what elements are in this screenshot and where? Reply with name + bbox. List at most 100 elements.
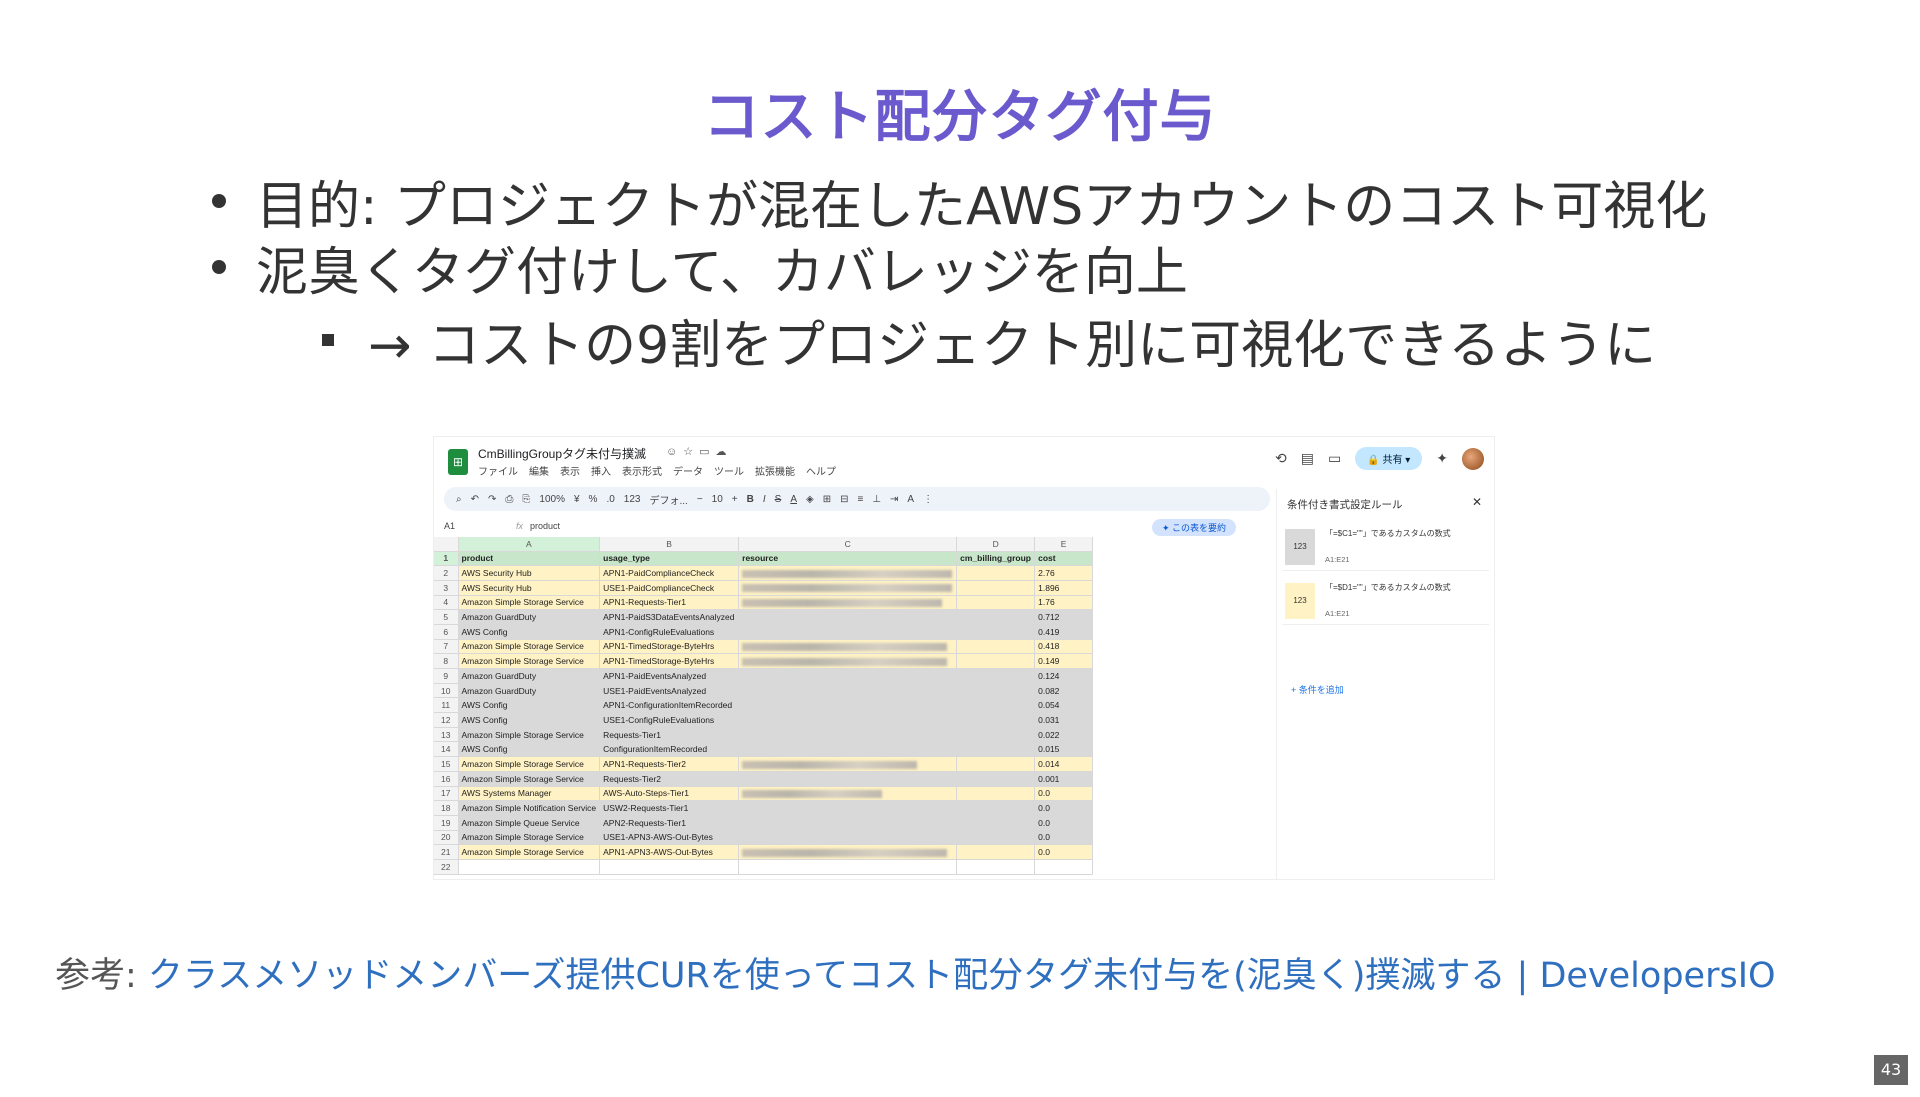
cost-cell: 0.082	[1034, 683, 1094, 699]
billing-group-cell	[956, 609, 1036, 625]
bullet-dot-icon	[212, 260, 226, 274]
wrap-icon: ⇥	[890, 493, 899, 505]
font-size-minus-icon: −	[696, 493, 703, 505]
cost-cell: 1.76	[1034, 595, 1094, 611]
reference-label: 参考:	[55, 956, 148, 996]
cost-cell: 2.76	[1034, 565, 1094, 581]
rule-swatch: 123	[1285, 583, 1315, 619]
product-cell: Amazon Simple Storage Service	[458, 771, 601, 787]
product-cell: Amazon Simple Storage Service	[458, 653, 601, 669]
format-rule: 123 「=$C1=""」であるカスタムの数式 A1:E21	[1283, 523, 1489, 571]
row-number: 2	[434, 565, 459, 581]
table-row: 6 AWS Config APN1-ConfigRuleEvaluations 0.4…	[434, 624, 1094, 640]
rule-text: 「=$D1=""」であるカスタムの数式	[1325, 583, 1451, 592]
header-cell: resource	[738, 551, 958, 567]
row-number: 17	[434, 786, 459, 802]
cost-cell: 0.022	[1034, 727, 1094, 743]
usage-type-cell: APN1-ConfigRuleEvaluations	[599, 624, 740, 640]
toolbar: ⌕ ↶ ↷ ⎙ ⎘ 100% ¥ % .0 123 デフォ... − 10 + …	[444, 487, 1270, 511]
resource-cell	[738, 800, 958, 816]
summarize-button: ✦ この表を要約	[1152, 519, 1237, 536]
billing-group-cell	[956, 859, 1036, 875]
usage-type-cell: USE1-PaidEventsAnalyzed	[599, 683, 740, 699]
row-number: 8	[434, 653, 459, 669]
table-row: 20 Amazon Simple Storage Service USE1-APN3…	[434, 830, 1094, 846]
resource-cell	[738, 639, 958, 655]
cost-cell: 0.0	[1034, 815, 1094, 831]
menu-item: データ	[673, 467, 703, 478]
table-row: 11 AWS Config APN1-ConfigurationItemRecord…	[434, 697, 1094, 714]
redo-icon: ↷	[488, 493, 497, 505]
resource-cell	[738, 815, 958, 831]
usage-type-cell: APN1-Requests-Tier2	[599, 756, 740, 772]
row-number: 19	[434, 815, 459, 831]
table-row: 13 Amazon Simple Storage Service Requests-…	[434, 727, 1094, 743]
menu-item: 表示形式	[622, 467, 662, 478]
product-cell	[458, 859, 601, 875]
cost-cell: 0.031	[1034, 712, 1094, 728]
column-header: D	[956, 537, 1036, 552]
column-header: C	[738, 537, 958, 552]
product-cell: Amazon GuardDuty	[458, 609, 601, 625]
gemini-icon: ✦	[1436, 450, 1448, 466]
corner-cell	[434, 537, 459, 552]
table-row: 14 AWS Config ConfigurationItemRecorded 0.0…	[434, 741, 1094, 758]
bullet-list: 目的: プロジェクトが混在したAWSアカウントのコスト可視化 泥臭くタグ付けして…	[212, 168, 1832, 380]
table-row: 12 AWS Config USE1-ConfigRuleEvaluations 0.…	[434, 712, 1094, 728]
billing-group-cell	[956, 668, 1036, 684]
bullet-text: 泥臭くタグ付けして、カバレッジを向上	[256, 242, 1188, 303]
sheet-grid: A B C D E 1 product usage_type resource cm_billin…	[434, 537, 1270, 875]
avatar	[1462, 447, 1484, 470]
menu-item: 編集	[529, 467, 549, 478]
cost-cell: 0.015	[1034, 741, 1094, 758]
table-row: 4 Amazon Simple Storage Service APN1-Reque…	[434, 595, 1094, 611]
row-number: 20	[434, 830, 459, 846]
table-row: 5 Amazon GuardDuty APN1-PaidS3DataEventsAn…	[434, 609, 1094, 625]
table-row: 16 Amazon Simple Storage Service Requests-…	[434, 771, 1094, 787]
conditional-format-panel: 条件付き書式設定ルール ✕ 123 「=$C1=""」であるカスタムの数式 A1…	[1276, 489, 1494, 879]
billing-group-cell	[956, 727, 1036, 743]
usage-type-cell: ConfigurationItemRecorded	[599, 741, 740, 758]
billing-group-cell	[956, 595, 1036, 611]
share-label: 共有	[1382, 455, 1403, 466]
redacted-resource	[742, 848, 948, 857]
reference-link[interactable]: クラスメソッドメンバーズ提供CURを使ってコスト配分タグ未付与を(泥臭く)撲滅す…	[148, 956, 1776, 996]
comment-icon: ▤	[1300, 450, 1314, 466]
product-cell: AWS Config	[458, 624, 601, 640]
format-rule: 123 「=$D1=""」であるカスタムの数式 A1:E21	[1283, 577, 1489, 625]
sub-bullet-item: → コストの9割をプロジェクト別に可視化できるように	[212, 300, 1832, 380]
usage-type-cell: Requests-Tier2	[599, 771, 740, 787]
usage-type-cell: AWS-Auto-Steps-Tier1	[599, 786, 740, 802]
resource-cell	[738, 697, 958, 714]
column-header: B	[599, 537, 740, 552]
billing-group-cell	[956, 830, 1036, 846]
resource-cell	[738, 668, 958, 684]
product-cell: Amazon Simple Storage Service	[458, 639, 601, 655]
redacted-resource	[742, 643, 948, 652]
column-header: E	[1034, 537, 1094, 552]
usage-type-cell: APN1-PaidComplianceCheck	[599, 565, 740, 581]
history-icon: ⟲	[1275, 450, 1287, 466]
table-row: 22	[434, 859, 1094, 875]
row-number: 3	[434, 580, 459, 596]
reference-line: 参考: クラスメソッドメンバーズ提供CURを使ってコスト配分タグ未付与を(泥臭く…	[55, 947, 1776, 998]
table-row: 18 Amazon Simple Notification Service USW2…	[434, 800, 1094, 816]
column-header: A	[458, 537, 601, 552]
paint-format-icon: ⎘	[522, 493, 531, 505]
redacted-resource	[742, 760, 918, 769]
table-row: 3 AWS Security Hub USE1-PaidComplianceChec…	[434, 580, 1094, 596]
header-cell: product	[458, 551, 601, 567]
row-number: 21	[434, 844, 459, 860]
percent-icon: %	[588, 493, 598, 505]
billing-group-cell	[956, 565, 1036, 581]
resource-cell	[738, 786, 958, 802]
fill-color-icon: ◈	[805, 493, 814, 505]
currency-icon: ¥	[573, 493, 580, 505]
font-select: デフォ...	[649, 495, 688, 507]
product-cell: Amazon Simple Queue Service	[458, 815, 601, 831]
billing-group-cell	[956, 771, 1036, 787]
redacted-resource	[742, 599, 943, 608]
product-cell: AWS Config	[458, 712, 601, 728]
product-cell: Amazon Simple Storage Service	[458, 844, 601, 860]
header-cell: cm_billing_group	[956, 551, 1036, 567]
